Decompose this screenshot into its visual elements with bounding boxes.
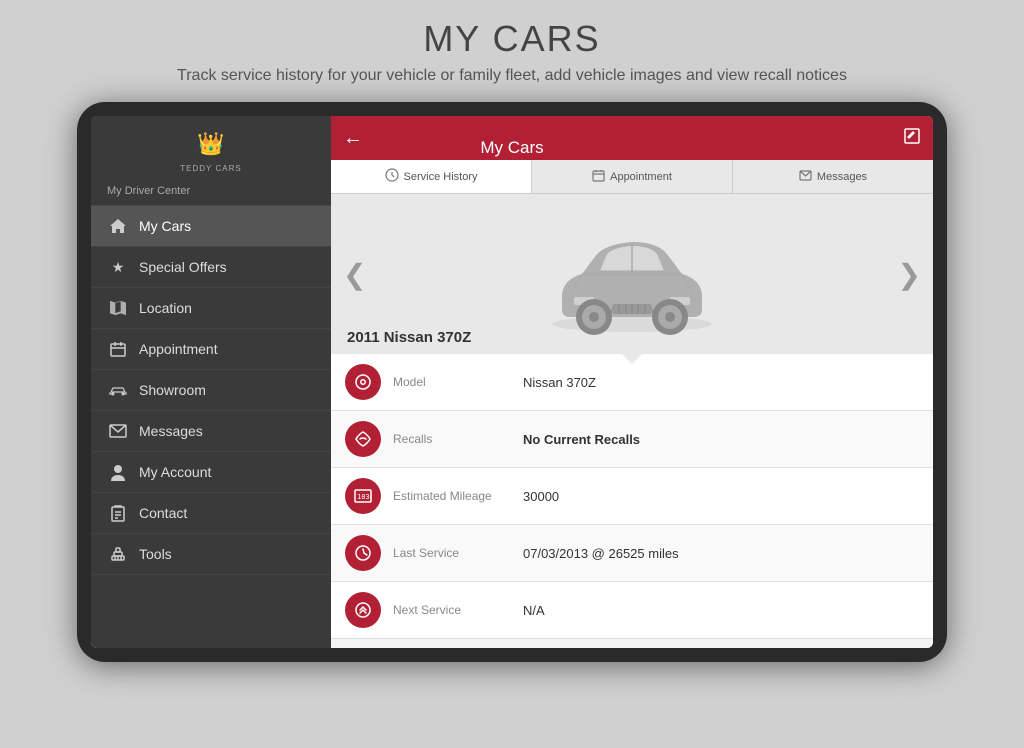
sidebar-label-appointment: Appointment [139, 341, 218, 357]
sidebar-logo: 👑 TEDDY CARS [91, 116, 331, 179]
sidebar-label-showroom: Showroom [139, 382, 206, 398]
service-history-icon [385, 168, 399, 185]
car-display: ❮ [331, 194, 933, 354]
detail-row-last-service: Last Service 07/03/2013 @ 26525 miles [331, 525, 933, 582]
sidebar-item-special-offers[interactable]: ★ Special Offers [91, 247, 331, 288]
mileage-icon: 1034 [345, 478, 381, 514]
car-display-arrow [622, 354, 642, 364]
model-value: Nissan 370Z [523, 375, 596, 390]
logo-text: TEDDY CARS [91, 164, 331, 173]
tab-messages[interactable]: Messages [733, 160, 933, 193]
recalls-label: Recalls [393, 432, 523, 446]
tabs: Service History Appointment Messages [331, 160, 933, 194]
model-label: Model [393, 375, 523, 389]
detail-row-recalls: Recalls No Current Recalls [331, 411, 933, 468]
tab-appointment[interactable]: Appointment [532, 160, 733, 193]
car-name: 2011 Nissan 370Z [347, 329, 471, 346]
recalls-value: No Current Recalls [523, 432, 640, 447]
logo-icon: 👑 [193, 126, 229, 162]
sidebar-item-messages[interactable]: Messages [91, 411, 331, 452]
sidebar-label-my-cars: My Cars [139, 218, 191, 234]
calendar-icon [107, 340, 129, 358]
sidebar-item-showroom[interactable]: Showroom [91, 370, 331, 411]
sidebar-item-location[interactable]: Location [91, 288, 331, 329]
page-title: MY CARS [0, 18, 1024, 60]
star-icon: ★ [107, 258, 129, 276]
sidebar-item-appointment[interactable]: Appointment [91, 329, 331, 370]
sidebar-item-my-account[interactable]: My Account [91, 452, 331, 493]
page-header: MY CARS Track service history for your v… [0, 0, 1024, 102]
topbar-title: My Cars [480, 138, 543, 158]
topbar: ← My Cars [331, 116, 933, 160]
svg-text:1034: 1034 [357, 493, 372, 501]
next-service-value: N/A [523, 603, 545, 618]
tab-appointment-label: Appointment [610, 171, 672, 183]
sidebar-item-tools[interactable]: Tools [91, 534, 331, 575]
sidebar-label-messages: Messages [139, 423, 203, 439]
tools-icon [107, 545, 129, 563]
home-icon [107, 217, 129, 235]
tab-service-history-label: Service History [404, 171, 478, 183]
model-icon [345, 364, 381, 400]
car-icon [107, 381, 129, 399]
messages-icon [799, 169, 812, 184]
sidebar-label-contact: Contact [139, 505, 187, 521]
map-icon [107, 299, 129, 317]
sidebar-label-special-offers: Special Offers [139, 259, 227, 275]
tablet-frame: 👑 TEDDY CARS My Driver Center My Cars ★ … [77, 102, 947, 662]
car-image [532, 209, 732, 339]
car-next-button[interactable]: ❯ [898, 258, 921, 291]
sidebar-item-my-cars[interactable]: My Cars [91, 206, 331, 247]
detail-row-next-service: Next Service N/A [331, 582, 933, 639]
mileage-label: Estimated Mileage [393, 489, 523, 503]
sidebar-item-contact[interactable]: Contact [91, 493, 331, 534]
sidebar: 👑 TEDDY CARS My Driver Center My Cars ★ … [91, 116, 331, 648]
sidebar-label-location: Location [139, 300, 192, 316]
recalls-icon [345, 421, 381, 457]
driver-center-label: My Driver Center [91, 179, 331, 206]
main-content: ← My Cars Service History [331, 116, 933, 648]
sidebar-label-tools: Tools [139, 546, 172, 562]
edit-button[interactable] [903, 127, 921, 150]
person-icon [107, 463, 129, 481]
car-details: Model Nissan 370Z Recalls No Current Rec… [331, 354, 933, 648]
tab-messages-label: Messages [817, 171, 867, 183]
mileage-value: 30000 [523, 489, 559, 504]
envelope-icon [107, 422, 129, 440]
sidebar-label-my-account: My Account [139, 464, 211, 480]
last-service-label: Last Service [393, 546, 523, 560]
crown-icon: 👑 [197, 131, 224, 157]
tablet-screen: 👑 TEDDY CARS My Driver Center My Cars ★ … [91, 116, 933, 648]
appointment-icon [592, 169, 605, 185]
clipboard-icon [107, 504, 129, 522]
next-service-icon [345, 592, 381, 628]
car-prev-button[interactable]: ❮ [343, 258, 366, 291]
back-button[interactable]: ← [343, 127, 363, 150]
tab-service-history[interactable]: Service History [331, 160, 532, 193]
detail-row-mileage: 1034 Estimated Mileage 30000 [331, 468, 933, 525]
page-subtitle: Track service history for your vehicle o… [0, 64, 1024, 88]
last-service-icon [345, 535, 381, 571]
next-service-label: Next Service [393, 603, 523, 617]
last-service-value: 07/03/2013 @ 26525 miles [523, 546, 679, 561]
